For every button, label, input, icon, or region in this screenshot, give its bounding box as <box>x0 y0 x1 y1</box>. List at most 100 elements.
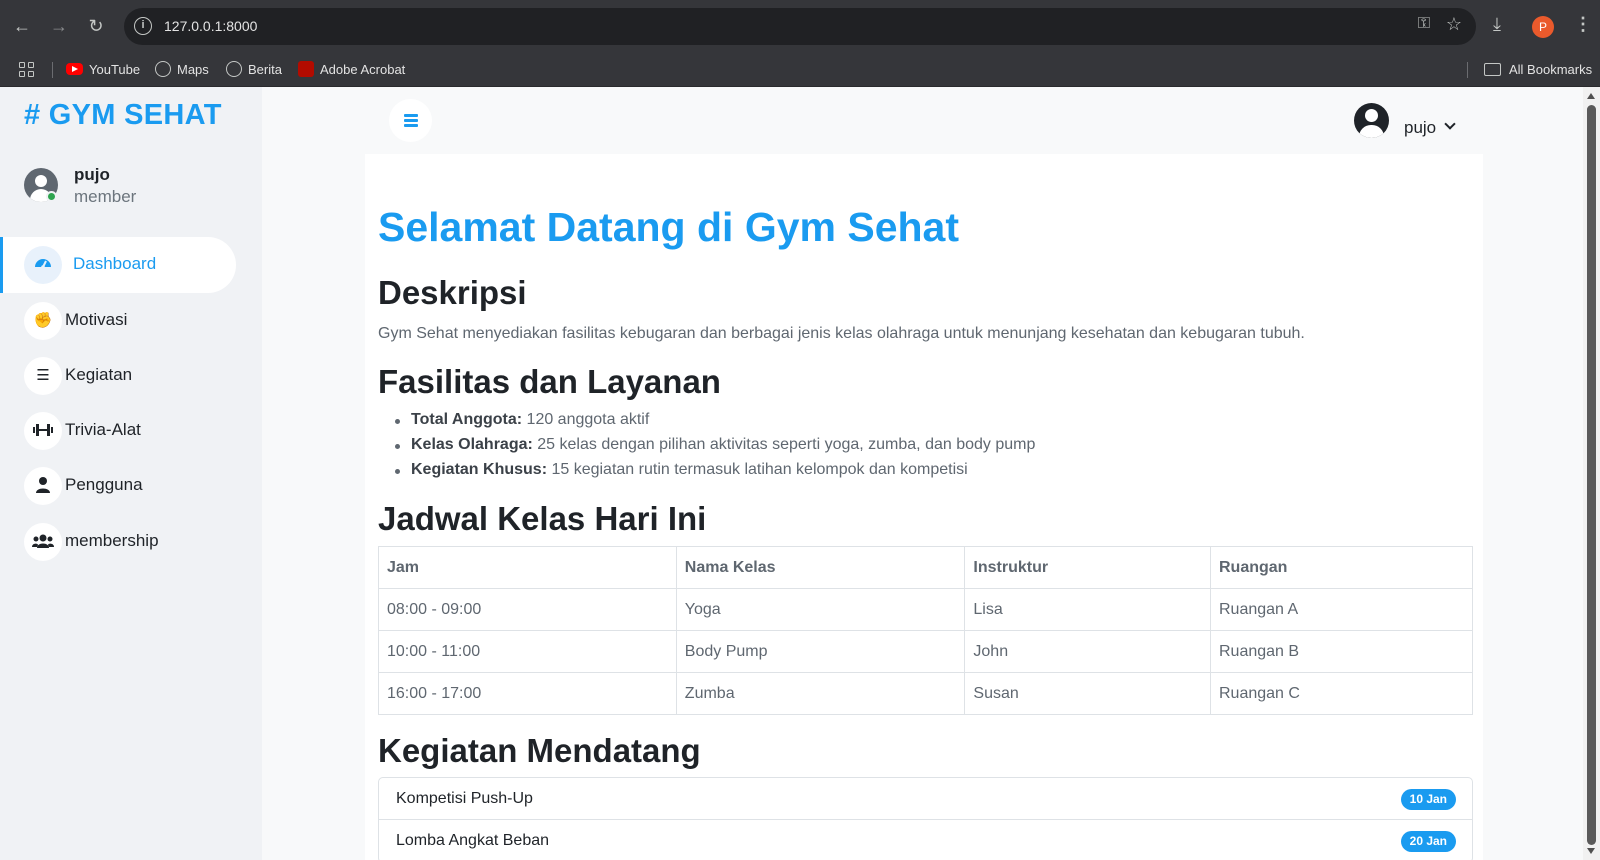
facility-value: 15 kegiatan rutin termasuk latihan kelom… <box>547 461 968 478</box>
sidebar-item-label: Trivia-Alat <box>65 420 141 439</box>
facility-label: Total Anggota: <box>411 411 523 428</box>
sidebar-item-kegiatan[interactable]: ☰ Kegiatan <box>0 348 236 404</box>
sidebar-item-membership[interactable]: membership <box>0 514 236 570</box>
bookmark-berita[interactable]: Berita <box>226 61 282 79</box>
sidebar-item-trivia-alat[interactable]: Trivia-Alat <box>0 403 236 459</box>
sidebar: # GYM SEHAT pujo member Dashboard ✊ Moti… <box>0 87 262 860</box>
profile-avatar[interactable]: P <box>1532 16 1554 38</box>
dumbbell-icon <box>24 412 62 450</box>
column-header: Jam <box>378 546 677 589</box>
sidebar-user: pujo member <box>24 165 244 215</box>
password-key-icon[interactable]: ⚿ <box>1418 15 1430 33</box>
user-icon <box>24 467 62 505</box>
event-name: Lomba Angkat Beban <box>396 832 550 849</box>
back-icon[interactable]: ← <box>10 14 34 38</box>
page-viewport: # GYM SEHAT pujo member Dashboard ✊ Moti… <box>0 87 1583 860</box>
table-cell: 16:00 - 17:00 <box>378 672 677 715</box>
table-cell: Yoga <box>675 588 966 631</box>
sidebar-item-label: Kegiatan <box>65 365 133 384</box>
youtube-icon <box>66 63 83 75</box>
sidebar-item-label: membership <box>65 531 159 550</box>
sidebar-item-label: Motivasi <box>65 310 128 329</box>
dashboard-icon <box>24 246 62 284</box>
bookmark-adobe-acrobat[interactable]: Adobe Acrobat <box>298 61 405 79</box>
bookmark-label: Berita <box>248 62 282 77</box>
table-row: 10:00 - 11:00 Body Pump John Ruangan B <box>378 630 1473 673</box>
bookmarks-divider <box>1467 62 1468 78</box>
bookmark-youtube[interactable]: YouTube <box>66 61 140 79</box>
table-cell: 10:00 - 11:00 <box>378 630 677 673</box>
table-cell: Ruangan B <box>1210 630 1473 673</box>
site-info-icon[interactable]: i <box>134 17 152 35</box>
list-icon: ☰ <box>24 357 62 395</box>
browser-toolbar: ← → ↻ i 127.0.0.1:8000 ⚿ ☆ ⤓ P ⋮ <box>0 0 1600 53</box>
apps-grid-icon[interactable] <box>19 62 35 78</box>
address-bar[interactable]: i 127.0.0.1:8000 ⚿ ☆ <box>124 8 1476 45</box>
table-cell: Ruangan C <box>1210 672 1473 715</box>
reload-icon[interactable]: ↻ <box>84 14 108 38</box>
bookmark-maps[interactable]: Maps <box>155 61 209 79</box>
menu-toggle-button[interactable] <box>389 99 432 142</box>
list-item: Lomba Angkat Beban 20 Jan <box>379 820 1472 860</box>
list-item: Kegiatan Khusus: 15 kegiatan rutin terma… <box>378 461 1035 486</box>
browser-menu-icon[interactable]: ⋮ <box>1574 14 1592 35</box>
facility-label: Kelas Olahraga: <box>411 436 533 453</box>
table-cell: Body Pump <box>675 630 966 673</box>
forward-icon[interactable]: → <box>47 14 71 38</box>
all-bookmarks-label: All Bookmarks <box>1509 62 1593 77</box>
bookmark-star-icon[interactable]: ☆ <box>1446 14 1462 35</box>
all-bookmarks[interactable]: All Bookmarks <box>1484 61 1592 79</box>
list-item: Total Anggota: 120 anggota aktif <box>378 411 1035 436</box>
page-scrollbar[interactable] <box>1583 87 1600 860</box>
bookmark-label: Adobe Acrobat <box>320 62 406 77</box>
column-header: Ruangan <box>1210 546 1473 589</box>
globe-icon <box>226 61 242 77</box>
sidebar-item-motivasi[interactable]: ✊ Motivasi <box>0 293 236 349</box>
table-cell: Zumba <box>675 672 966 715</box>
url-text[interactable]: 127.0.0.1:8000 <box>164 18 257 34</box>
scroll-thumb[interactable] <box>1587 105 1596 845</box>
description-heading: Deskripsi <box>378 274 527 311</box>
acrobat-icon <box>298 61 314 77</box>
facilities-list: Total Anggota: 120 anggota aktif Kelas O… <box>378 411 1035 486</box>
schedule-table: Jam Nama Kelas Instruktur Ruangan 08:00 … <box>378 546 1473 715</box>
table-row: 08:00 - 09:00 Yoga Lisa Ruangan A <box>378 588 1473 631</box>
top-navbar: pujo <box>365 87 1483 154</box>
avatar[interactable] <box>1354 103 1389 138</box>
list-item: Kelas Olahraga: 25 kelas dengan pilihan … <box>378 436 1035 461</box>
events-heading: Kegiatan Mendatang <box>378 732 701 769</box>
facility-label: Kegiatan Khusus: <box>411 461 548 478</box>
user-menu-name[interactable]: pujo <box>1404 118 1436 138</box>
sidebar-item-dashboard[interactable]: Dashboard <box>0 237 236 293</box>
sidebar-user-name: pujo <box>74 165 110 184</box>
table-cell: Ruangan A <box>1210 588 1473 631</box>
brand-logo[interactable]: # GYM SEHAT <box>24 99 222 132</box>
folder-icon <box>1484 63 1501 76</box>
scroll-up-arrow-icon[interactable] <box>1587 93 1595 99</box>
sidebar-item-pengguna[interactable]: Pengguna <box>0 458 236 514</box>
bookmarks-divider <box>52 62 53 78</box>
column-header: Instruktur <box>964 546 1211 589</box>
table-header-row: Jam Nama Kelas Instruktur Ruangan <box>378 546 1473 589</box>
date-badge: 20 Jan <box>1400 831 1456 852</box>
facility-value: 120 anggota aktif <box>522 411 650 428</box>
fist-icon: ✊ <box>24 302 62 340</box>
table-cell: 08:00 - 09:00 <box>378 588 677 631</box>
events-list: Kompetisi Push-Up 10 Jan Lomba Angkat Be… <box>378 777 1473 860</box>
page-title: Selamat Datang di Gym Sehat <box>378 204 960 250</box>
table-cell: Susan <box>964 672 1211 715</box>
scroll-down-arrow-icon[interactable] <box>1587 848 1595 854</box>
description-text: Gym Sehat menyediakan fasilitas kebugara… <box>378 325 1305 342</box>
download-icon[interactable]: ⤓ <box>1493 14 1501 35</box>
date-badge: 10 Jan <box>1400 789 1456 810</box>
table-row: 16:00 - 17:00 Zumba Susan Ruangan C <box>378 672 1473 715</box>
bookmark-label: YouTube <box>89 62 141 77</box>
sidebar-item-label: Pengguna <box>65 475 143 494</box>
schedule-heading: Jadwal Kelas Hari Ini <box>378 500 707 537</box>
bookmarks-bar: YouTube Maps Berita Adobe Acrobat All Bo… <box>0 53 1600 87</box>
bookmark-label: Maps <box>177 62 209 77</box>
facilities-heading: Fasilitas dan Layanan <box>378 363 721 400</box>
users-icon <box>24 523 62 561</box>
list-item: Kompetisi Push-Up 10 Jan <box>379 778 1472 820</box>
chevron-down-icon[interactable] <box>1444 118 1456 130</box>
